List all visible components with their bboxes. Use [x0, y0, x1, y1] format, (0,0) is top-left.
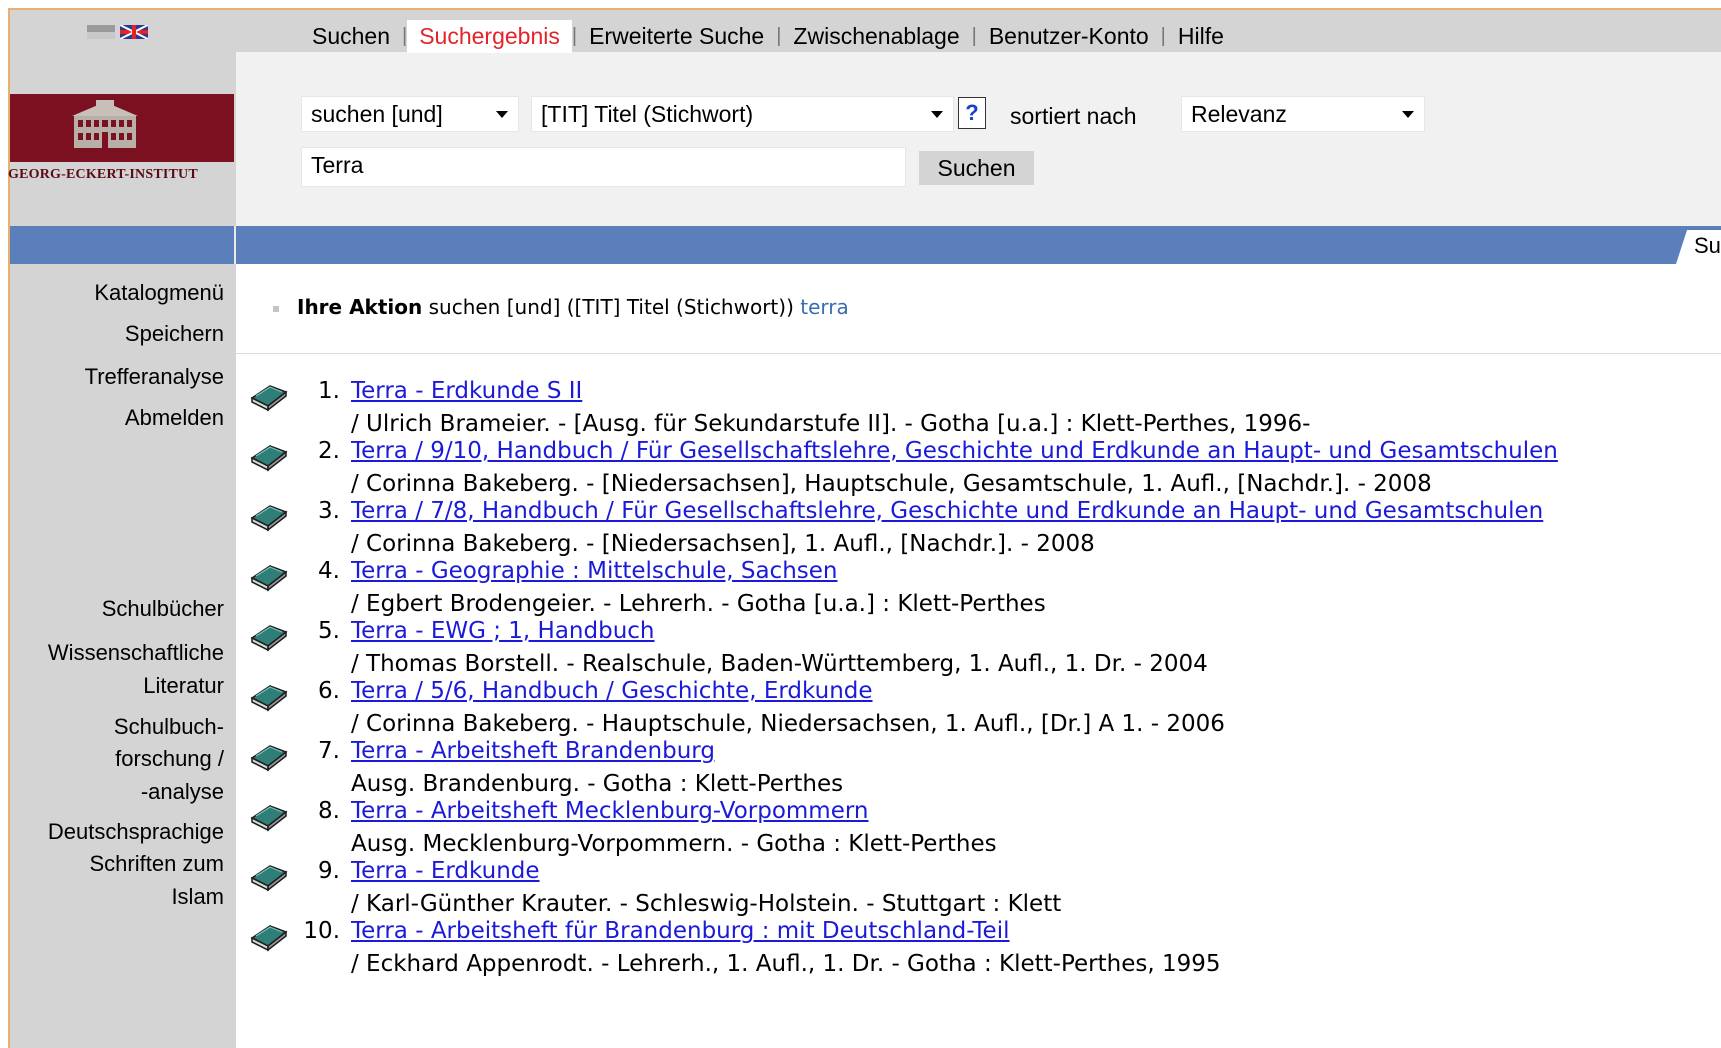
dropdown-arrow-icon: [496, 111, 508, 118]
result-item: 4. Terra - Geographie : Mittelschule, Sac…: [0, 558, 1721, 624]
book-icon: [250, 378, 288, 412]
search-field-value: [TIT] Titel (Stichwort): [541, 101, 754, 127]
nav-suchen[interactable]: Suchen: [300, 23, 402, 50]
result-description: / Thomas Borstell. - Realschule, Baden-W…: [351, 651, 1208, 677]
sidebar-item-katalogmenu[interactable]: Katalogmenü: [94, 277, 224, 309]
uk-flag-icon[interactable]: [120, 25, 148, 39]
result-item: 1. Terra - Erdkunde S II / Ulrich Brameier…: [0, 378, 1721, 444]
nav-hilfe[interactable]: Hilfe: [1166, 23, 1236, 50]
result-title-link[interactable]: Terra - Arbeitsheft für Brandenburg : mi…: [351, 918, 1009, 944]
result-description: / Karl-Günther Krauter. - Schleswig-Hols…: [351, 891, 1062, 917]
book-icon-svg: [250, 805, 288, 832]
dropdown-arrow-icon: [1402, 111, 1414, 118]
result-title-link[interactable]: Terra / 5/6, Handbuch / Geschichte, Erdk…: [351, 678, 873, 704]
help-button[interactable]: ?: [958, 97, 986, 129]
result-item: 2. Terra / 9/10, Handbuch / Für Gesellsch…: [0, 438, 1721, 504]
result-item: 3. Terra / 7/8, Handbuch / Für Gesellscha…: [0, 498, 1721, 564]
book-icon: [250, 798, 288, 832]
action-label: Ihre Aktion: [297, 295, 423, 319]
book-icon: [250, 498, 288, 532]
result-description: Ausg. Brandenburg. - Gotha : Klett-Perth…: [351, 771, 844, 797]
sort-label: sortiert nach: [1010, 103, 1137, 129]
book-icon-svg: [250, 625, 288, 652]
result-number: 7.: [318, 738, 340, 764]
result-number: 4.: [318, 558, 340, 584]
result-item: 8. Terra - Arbeitsheft Mecklenburg-Vorpom…: [0, 798, 1721, 864]
search-input[interactable]: Terra: [301, 147, 906, 187]
blue-bar-separator: [234, 226, 236, 264]
book-icon-svg: [250, 385, 288, 412]
nav-erweiterte-suche[interactable]: Erweiterte Suche: [577, 23, 776, 50]
book-icon: [250, 438, 288, 472]
german-flag-icon[interactable]: [87, 25, 115, 39]
action-text: suchen [und] ([TIT] Titel (Stichwort)): [428, 295, 794, 319]
result-item: 5. Terra - EWG ; 1, Handbuch / Thomas Bors…: [0, 618, 1721, 684]
result-description: / Egbert Brodengeier. - Lehrerh. - Gotha…: [351, 591, 1046, 617]
result-title-link[interactable]: Terra - Erdkunde: [351, 858, 540, 884]
result-description: / Ulrich Brameier. - [Ausg. für Sekundar…: [351, 411, 1311, 437]
action-term[interactable]: terra: [800, 295, 849, 319]
result-title-link[interactable]: Terra - Arbeitsheft Mecklenburg-Vorpomme…: [351, 798, 869, 824]
nav-suchergebnis[interactable]: Suchergebnis: [407, 20, 572, 53]
nav-zwischenablage[interactable]: Zwischenablage: [781, 23, 971, 50]
dropdown-arrow-icon: [931, 111, 943, 118]
book-icon-svg: [250, 565, 288, 592]
book-icon: [250, 558, 288, 592]
search-button[interactable]: Suchen: [919, 151, 1034, 185]
book-icon: [250, 918, 288, 952]
result-description: / Corinna Bakeberg. - Hauptschule, Niede…: [351, 711, 1225, 737]
divider: [236, 353, 1721, 354]
result-item: 6. Terra / 5/6, Handbuch / Geschichte, Er…: [0, 678, 1721, 744]
book-icon-svg: [250, 865, 288, 892]
book-icon: [250, 618, 288, 652]
result-item: 7. Terra - Arbeitsheft Brandenburg Ausg. B…: [0, 738, 1721, 804]
bullet-icon: [273, 305, 279, 312]
result-item: 9. Terra - Erdkunde / Karl-Günther Krauter…: [0, 858, 1721, 924]
nav-benutzer-konto[interactable]: Benutzer-Konto: [977, 23, 1161, 50]
search-mode-value: suchen [und]: [311, 101, 443, 127]
result-number: 6.: [318, 678, 340, 704]
result-title-link[interactable]: Terra - EWG ; 1, Handbuch: [351, 618, 655, 644]
result-number: 2.: [318, 438, 340, 464]
sort-value: Relevanz: [1191, 101, 1287, 127]
result-number: 1.: [318, 378, 340, 404]
book-icon: [250, 738, 288, 772]
building-logo-icon: [72, 100, 138, 148]
search-panel: [236, 52, 1721, 226]
result-number: 10.: [303, 918, 340, 944]
result-title-link[interactable]: Terra / 7/8, Handbuch / Für Gesellschaft…: [351, 498, 1543, 524]
result-title-link[interactable]: Terra / 9/10, Handbuch / Für Gesellschaf…: [351, 438, 1558, 464]
search-field-select[interactable]: [TIT] Titel (Stichwort): [531, 96, 954, 132]
book-icon-svg: [250, 745, 288, 772]
result-description: Ausg. Mecklenburg-Vorpommern. - Gotha : …: [351, 831, 997, 857]
result-title-link[interactable]: Terra - Geographie : Mittelschule, Sachs…: [351, 558, 837, 584]
result-number: 3.: [318, 498, 340, 524]
book-icon-svg: [250, 445, 288, 472]
book-icon-svg: [250, 685, 288, 712]
result-number: 8.: [318, 798, 340, 824]
book-icon: [250, 858, 288, 892]
result-description: / Corinna Bakeberg. - [Niedersachsen], H…: [351, 471, 1432, 497]
institute-name: GEORG-ECKERT-INSTITUT: [8, 167, 198, 182]
search-action-summary: Ihre Aktion suchen [und] ([TIT] Titel (S…: [273, 295, 849, 319]
book-icon-svg: [250, 925, 288, 952]
blue-bar-tab-label: Su: [1694, 233, 1721, 258]
language-switcher: [87, 25, 148, 39]
sidebar-item-speichern[interactable]: Speichern: [125, 318, 224, 350]
result-item: 10. Terra - Arbeitsheft für Brandenburg :…: [0, 918, 1721, 984]
search-mode-select[interactable]: suchen [und]: [301, 96, 519, 132]
main-navigation: Suchen | Suchergebnis | Erweiterte Suche…: [300, 20, 1236, 53]
blue-divider-bar: [10, 226, 1721, 264]
result-description: / Corinna Bakeberg. - [Niedersachsen], 1…: [351, 531, 1095, 557]
book-icon-svg: [250, 505, 288, 532]
result-title-link[interactable]: Terra - Erdkunde S II: [351, 378, 582, 404]
result-number: 9.: [318, 858, 340, 884]
result-title-link[interactable]: Terra - Arbeitsheft Brandenburg: [351, 738, 715, 764]
result-description: / Eckhard Appenrodt. - Lehrerh., 1. Aufl…: [351, 951, 1221, 977]
sort-select[interactable]: Relevanz: [1181, 96, 1425, 132]
result-number: 5.: [318, 618, 340, 644]
book-icon: [250, 678, 288, 712]
